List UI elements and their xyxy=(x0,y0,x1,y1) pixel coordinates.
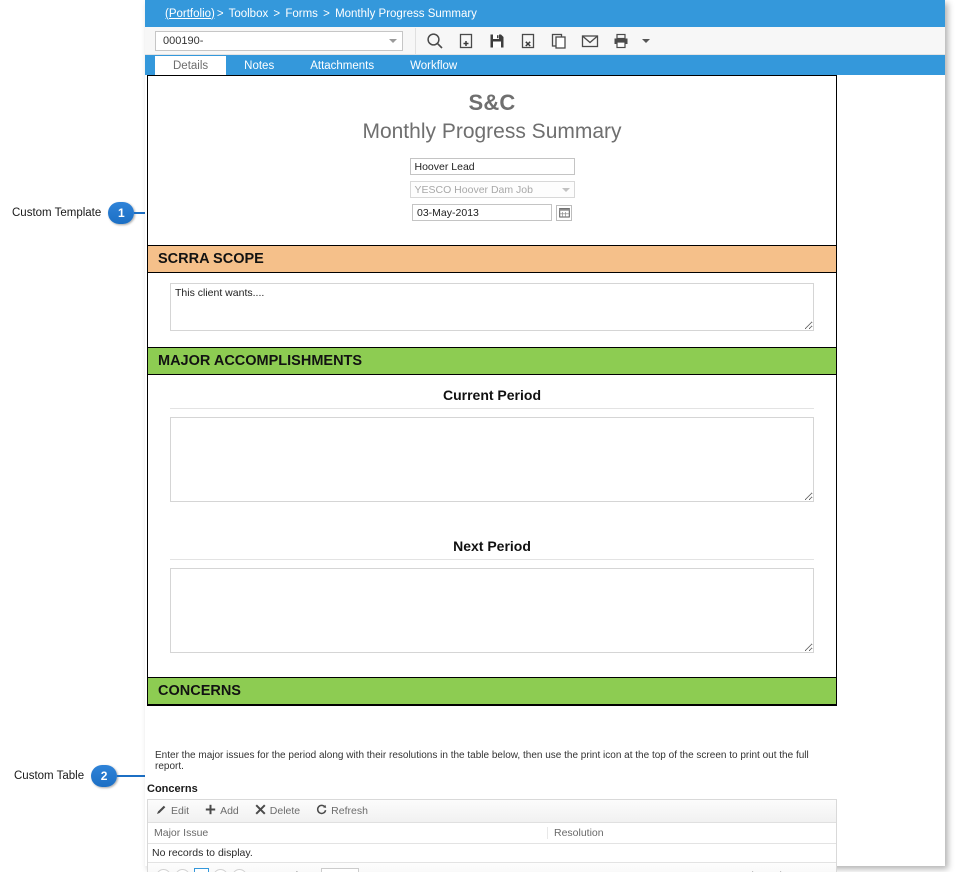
screenshot-root: Custom Template 1 Custom Table 2 (Portfo… xyxy=(0,0,955,872)
pager-current-page[interactable]: 1 xyxy=(194,868,209,872)
next-period-block: Next Period xyxy=(148,526,836,677)
current-period-textarea[interactable] xyxy=(170,417,814,502)
breadcrumb-toolbox[interactable]: Toolbox xyxy=(229,8,269,20)
custom-template-form: S&C Monthly Progress Summary YESCO Hoove… xyxy=(147,75,837,706)
application-window: (Portfolio) > Toolbox > Forms > Monthly P… xyxy=(145,0,945,872)
form-header: S&C Monthly Progress Summary YESCO Hoove… xyxy=(148,76,836,245)
tab-attachments[interactable]: Attachments xyxy=(292,56,392,75)
tab-bar: Details Notes Attachments Workflow xyxy=(145,55,945,75)
callout-label: Custom Template xyxy=(12,207,102,219)
brand-title: S&C xyxy=(468,90,516,115)
print-icon[interactable] xyxy=(610,30,632,52)
delete-record-icon[interactable] xyxy=(517,30,539,52)
callout-custom-table: Custom Table 2 xyxy=(14,764,148,788)
breadcrumb-separator: > xyxy=(323,7,330,20)
grid-add-button[interactable]: Add xyxy=(205,804,239,818)
next-period-textarea[interactable] xyxy=(170,568,814,653)
grid-refresh-button[interactable]: Refresh xyxy=(316,804,368,818)
tab-workflow[interactable]: Workflow xyxy=(392,56,475,75)
save-icon[interactable] xyxy=(486,30,508,52)
breadcrumb-forms[interactable]: Forms xyxy=(285,8,318,20)
grid-label: Concerns xyxy=(147,783,198,795)
pager-first-button[interactable] xyxy=(156,868,171,872)
calendar-icon[interactable] xyxy=(556,204,572,221)
section-heading-concerns: CONCERNS xyxy=(148,677,836,705)
callout-badge: 2 xyxy=(91,765,118,787)
chevron-down-icon xyxy=(389,38,397,43)
breadcrumb-separator: > xyxy=(216,7,224,20)
date-field[interactable] xyxy=(412,204,552,221)
page-size-select[interactable]: 10 xyxy=(321,868,360,872)
record-selector-combo[interactable]: 000190- xyxy=(155,30,403,51)
search-icon[interactable] xyxy=(424,30,446,52)
accomplishments-section-body: Current Period Next Period xyxy=(148,375,836,677)
scope-textarea[interactable] xyxy=(170,283,814,331)
print-options-chevron-down-icon[interactable] xyxy=(642,38,650,43)
divider xyxy=(170,559,814,560)
concerns-area: Enter the major issues for the period al… xyxy=(147,740,837,872)
tab-details[interactable]: Details xyxy=(155,56,227,75)
job-dropdown[interactable]: YESCO Hoover Dam Job xyxy=(409,181,575,198)
grid-delete-label: Delete xyxy=(269,805,301,817)
breadcrumb-separator: > xyxy=(273,7,281,20)
toolbar: 000190- xyxy=(145,27,945,55)
page-title: Monthly Progress Summary xyxy=(362,120,622,143)
breadcrumb-bar: (Portfolio) > Toolbox > Forms > Monthly P… xyxy=(145,0,945,27)
divider xyxy=(170,408,814,409)
toolbar-icon-group xyxy=(424,30,650,52)
grid-edit-button[interactable]: Edit xyxy=(156,804,189,818)
current-period-label: Current Period xyxy=(442,387,541,403)
record-selector-value: 000190- xyxy=(163,34,204,47)
scope-section-body xyxy=(148,273,836,347)
callout-leader-line xyxy=(117,775,148,777)
grid-edit-label: Edit xyxy=(171,805,190,817)
pager-next-button[interactable] xyxy=(213,868,228,872)
lead-field[interactable] xyxy=(409,158,575,175)
toolbar-divider xyxy=(415,27,416,54)
pager-last-button[interactable] xyxy=(232,868,247,872)
grid-header-row: Major Issue Resolution xyxy=(148,823,836,844)
chevron-down-icon xyxy=(561,187,570,192)
grid-refresh-label: Refresh xyxy=(331,805,368,817)
date-field-row xyxy=(412,204,572,221)
grid-add-label: Add xyxy=(220,805,239,817)
grid-delete-button[interactable]: Delete xyxy=(255,804,300,818)
x-icon xyxy=(255,804,266,818)
next-period-label: Next Period xyxy=(453,538,531,554)
pager-controls: 1 Page size: 10 xyxy=(156,868,360,872)
column-header-major-issue[interactable]: Major Issue xyxy=(148,827,548,839)
header-fields: YESCO Hoover Dam Job xyxy=(148,158,836,237)
copy-icon[interactable] xyxy=(548,30,570,52)
tab-notes[interactable]: Notes xyxy=(226,56,292,75)
grid-empty-message: No records to display. xyxy=(148,844,836,863)
breadcrumb-current: Monthly Progress Summary xyxy=(335,7,477,20)
grid-toolbar: Edit Add Delete Refresh xyxy=(148,800,836,823)
pager-prev-button[interactable] xyxy=(175,868,190,872)
plus-icon xyxy=(205,804,216,818)
callout-badge: 1 xyxy=(108,202,135,224)
breadcrumb: (Portfolio) > Toolbox > Forms > Monthly P… xyxy=(165,8,477,20)
section-heading-accomplishments: MAJOR ACCOMPLISHMENTS xyxy=(148,347,836,375)
email-icon[interactable] xyxy=(579,30,601,52)
current-period-block: Current Period xyxy=(148,375,836,526)
concerns-grid: Edit Add Delete Refresh Major Issue Reso… xyxy=(147,799,837,872)
job-dropdown-value: YESCO Hoover Dam Job xyxy=(414,183,533,196)
new-record-icon[interactable] xyxy=(455,30,477,52)
pencil-icon xyxy=(156,804,167,818)
callout-label: Custom Table xyxy=(14,770,85,782)
grid-pager: 1 Page size: 10 0 items in 1 p xyxy=(148,863,836,872)
breadcrumb-portfolio[interactable]: (Portfolio) xyxy=(165,8,215,20)
concerns-instructions: Enter the major issues for the period al… xyxy=(155,750,809,772)
refresh-icon xyxy=(316,804,327,818)
section-heading-scope: SCRRA SCOPE xyxy=(148,245,836,273)
column-header-resolution[interactable]: Resolution xyxy=(548,827,836,839)
